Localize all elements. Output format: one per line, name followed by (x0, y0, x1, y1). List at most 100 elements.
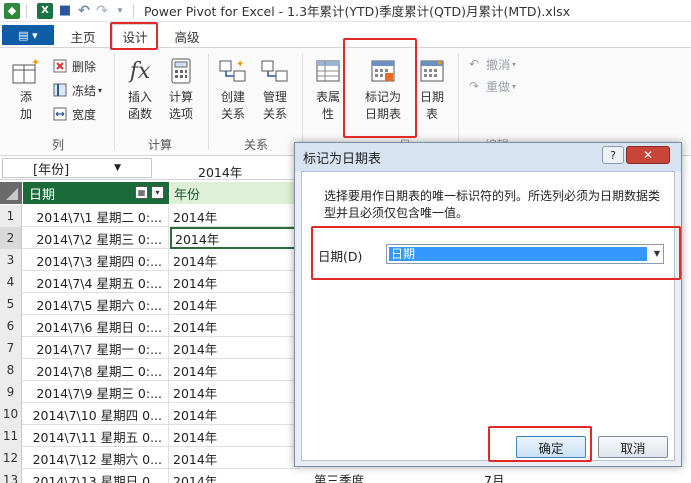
year-cell[interactable]: 2014年 (170, 381, 300, 403)
mark-as-date-table-button[interactable]: 标记为 日期表 (358, 56, 408, 123)
year-cell[interactable]: 2014年 (170, 469, 300, 483)
table-row[interactable]: 3 2014\7\3 星期四 0:... 2014年 (0, 249, 300, 271)
date-cell[interactable]: 2014\7\7 星期一 0:... (23, 337, 169, 359)
close-button[interactable]: ✕ (626, 146, 670, 164)
year-cell[interactable]: 2014年 (170, 227, 300, 249)
date-cell[interactable]: 2014\7\9 星期三 0:... (23, 381, 169, 403)
table-row[interactable]: 6 2014\7\6 星期日 0:... 2014年 (0, 315, 300, 337)
table-row[interactable]: 13 2014\7\13 星期日 0... 2014年 (0, 469, 300, 483)
date-column-select[interactable]: 日期 ▼ (386, 244, 664, 264)
date-cell[interactable]: 2014\7\2 星期三 0:... (23, 227, 169, 249)
redo-quick-icon[interactable]: ↷ (95, 3, 109, 19)
date-key-icon[interactable]: ▦ (135, 186, 148, 199)
date-cell[interactable]: 2014\7\1 星期二 0:... (23, 205, 169, 227)
table-properties-button[interactable]: 表属 性 (310, 56, 346, 123)
year-cell[interactable]: 2014年 (170, 293, 300, 315)
date-cell[interactable]: 2014\7\11 星期五 0... (23, 425, 169, 447)
chevron-down-icon[interactable]: ▼ (114, 163, 121, 173)
date-cell[interactable]: 2014\7\4 星期五 0:... (23, 271, 169, 293)
filter-dropdown-icon[interactable]: ▾ (151, 186, 164, 199)
divider (208, 54, 209, 150)
date-cell[interactable]: 2014\7\3 星期四 0:... (23, 249, 169, 271)
table-row[interactable]: 5 2014\7\5 星期六 0:... 2014年 (0, 293, 300, 315)
insert-function-button[interactable]: fx 插入 函数 (122, 56, 158, 123)
date-cell[interactable]: 2014\7\6 星期日 0:... (23, 315, 169, 337)
formula-value[interactable]: 2014年 (198, 162, 242, 181)
row-number[interactable]: 7 (0, 337, 22, 359)
freeze-button[interactable]: 冻结 ▾ (52, 80, 102, 100)
year-cell[interactable]: 2014年 (170, 249, 300, 271)
date-column-select-value: 日期 (389, 247, 647, 261)
year-cell[interactable]: 2014年 (170, 315, 300, 337)
row-number[interactable]: 12 (0, 447, 22, 469)
year-cell[interactable]: 2014年 (170, 403, 300, 425)
row-number[interactable]: 13 (0, 469, 22, 483)
undo-quick-icon[interactable]: ↶ (77, 3, 91, 19)
delete-button[interactable]: 删除 (52, 56, 96, 76)
chevron-down-icon: ▾ (98, 85, 103, 95)
excel-icon[interactable]: X (37, 2, 53, 19)
cancel-button[interactable]: 取消 (598, 436, 668, 458)
year-cell[interactable]: 2014年 (170, 271, 300, 293)
help-button[interactable]: ? (602, 146, 624, 164)
column-header-date[interactable]: 日期 ▦ ▾ (23, 182, 169, 204)
year-cell[interactable]: 2014年 (170, 359, 300, 381)
date-cell[interactable]: 2014\7\8 星期二 0:... (23, 359, 169, 381)
manage-relation-button[interactable]: 管理 关系 (256, 56, 294, 123)
width-button[interactable]: 宽度 (52, 104, 96, 124)
date-cell[interactable]: 2014\7\12 星期六 0... (23, 447, 169, 469)
table-row[interactable]: 4 2014\7\4 星期五 0:... 2014年 (0, 271, 300, 293)
date-table-button[interactable]: ✦ 日期 表 (414, 56, 450, 123)
row-number[interactable]: 4 (0, 271, 22, 293)
tab-home[interactable]: 主页 (58, 24, 108, 48)
table-row[interactable]: 10 2014\7\10 星期四 0... 2014年 (0, 403, 300, 425)
date-table-label: 日期 表 (419, 90, 444, 121)
undo-button[interactable]: ↶ 撤消 ▾ (466, 54, 516, 74)
column-width-icon (52, 107, 68, 121)
name-box[interactable]: [年份] ▼ (2, 158, 152, 178)
save-icon[interactable]: ■ (57, 3, 73, 19)
date-cell[interactable]: 2014\7\13 星期日 0... (23, 469, 169, 483)
table-row[interactable]: 1 2014\7\1 星期二 0:... 2014年 (0, 205, 300, 227)
select-all-corner[interactable] (0, 182, 22, 204)
year-cell[interactable]: 2014年 (170, 425, 300, 447)
chevron-down-icon[interactable]: ▼ (654, 249, 660, 258)
row-number[interactable]: 10 (0, 403, 22, 425)
calc-options-button[interactable]: 计算 选项 (162, 56, 200, 123)
calc-options-label: 计算 选项 (168, 90, 193, 121)
columns-group-label: 列 (51, 138, 64, 152)
insert-function-label: 插入 函数 (127, 90, 152, 121)
dialog-description: 选择要用作日期表的唯一标识符的列。所选列必须为日期数据类型并且必须仅包含唯一值。 (324, 189, 661, 220)
tab-design[interactable]: 设计 (112, 24, 158, 48)
year-cell[interactable]: 2014年 (170, 337, 300, 359)
row-number[interactable]: 11 (0, 425, 22, 447)
date-cell[interactable]: 2014\7\5 星期六 0:... (23, 293, 169, 315)
table-row[interactable]: 12 2014\7\12 星期六 0... 2014年 (0, 447, 300, 469)
delete-label: 删除 (72, 59, 97, 74)
year-cell[interactable]: 2014年 (170, 205, 300, 227)
table-row[interactable]: 2 2014\7\2 星期三 0:... 2014年 (0, 227, 300, 249)
column-header-year[interactable]: 年份 (170, 182, 300, 204)
row-number[interactable]: 8 (0, 359, 22, 381)
table-row[interactable]: 11 2014\7\11 星期五 0... 2014年 (0, 425, 300, 447)
date-cell[interactable]: 2014\7\10 星期四 0... (23, 403, 169, 425)
table-row[interactable]: 8 2014\7\8 星期二 0:... 2014年 (0, 359, 300, 381)
file-menu-button[interactable]: ▤ ▾ (2, 25, 54, 45)
year-cell[interactable]: 2014年 (170, 447, 300, 469)
tab-advanced[interactable]: 高级 (164, 24, 210, 48)
table-row[interactable]: 7 2014\7\7 星期一 0:... 2014年 (0, 337, 300, 359)
ok-button[interactable]: 确定 (516, 436, 586, 458)
undo-icon: ↶ (468, 57, 480, 71)
row-number[interactable]: 6 (0, 315, 22, 337)
row-number[interactable]: 5 (0, 293, 22, 315)
customize-qat-icon[interactable]: ▾ (113, 3, 127, 19)
row-number[interactable]: 3 (0, 249, 22, 271)
redo-button[interactable]: ↷ 重做 ▾ (466, 76, 516, 96)
add-column-button[interactable]: ✦ 添 加 (8, 56, 44, 123)
row-number[interactable]: 2 (0, 227, 22, 249)
menu-icon: ▤ ▾ (18, 28, 38, 42)
row-number[interactable]: 1 (0, 205, 22, 227)
table-row[interactable]: 9 2014\7\9 星期三 0:... 2014年 (0, 381, 300, 403)
create-relation-button[interactable]: ✦ 创建 关系 (214, 56, 252, 123)
row-number[interactable]: 9 (0, 381, 22, 403)
